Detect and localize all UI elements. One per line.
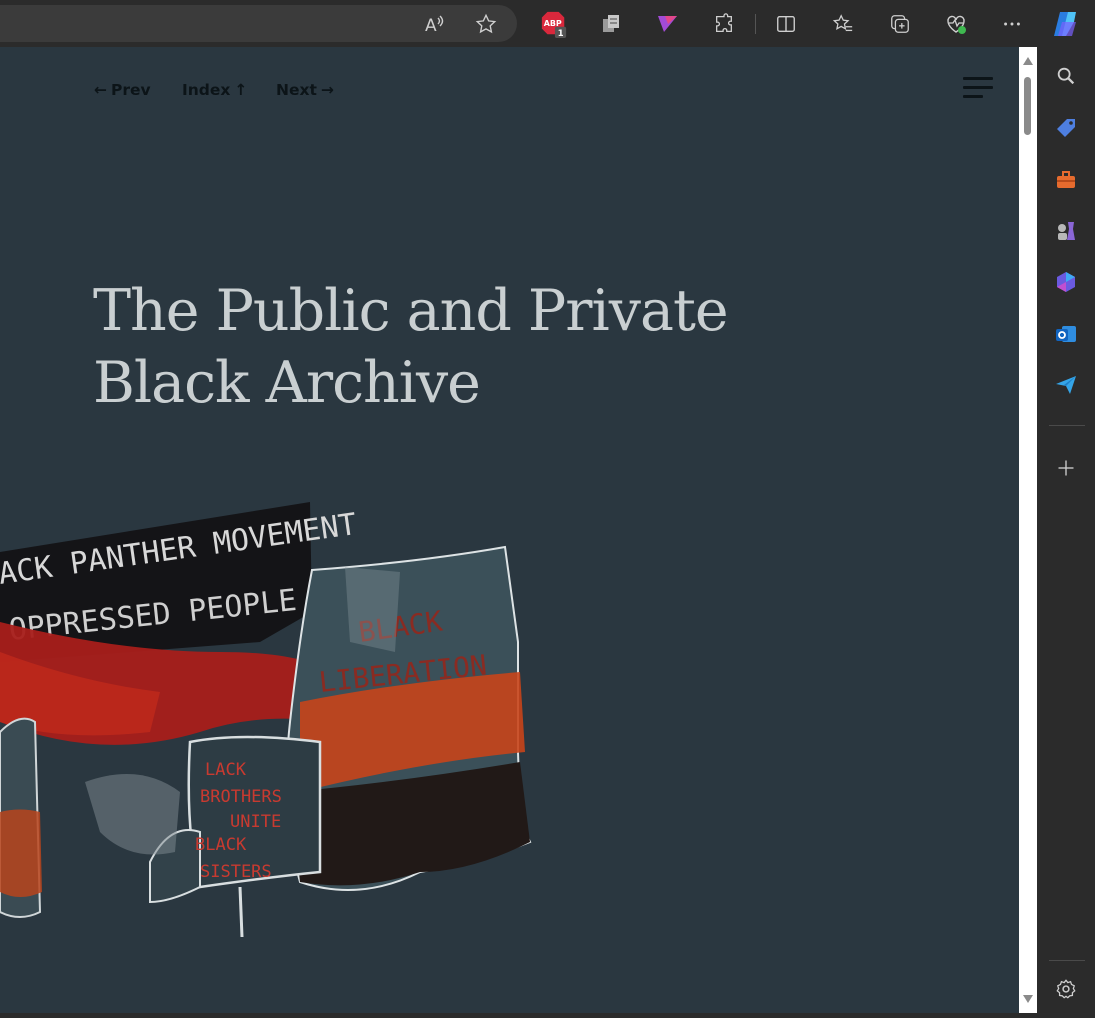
- favorite-star-icon[interactable]: [472, 10, 500, 38]
- sidebar-divider: [1049, 425, 1085, 426]
- arrow-left-icon: ←: [94, 81, 107, 99]
- collections-icon[interactable]: [886, 10, 914, 38]
- adblock-extension-icon[interactable]: ABP 1: [540, 10, 568, 38]
- next-label: Next: [276, 81, 317, 99]
- index-label: Index: [182, 81, 231, 99]
- arrow-right-icon: →: [320, 81, 334, 99]
- tools-icon[interactable]: [1053, 167, 1079, 193]
- page-viewport: ← Prev Index ↑ Next → The Public and Pri…: [0, 47, 1019, 1013]
- arrow-up-icon: ↑: [234, 81, 248, 99]
- favorites-icon[interactable]: [829, 10, 857, 38]
- sign-text-5: SISTERS: [200, 862, 272, 882]
- settings-icon[interactable]: [1053, 976, 1079, 1002]
- sign-text-3: UNITE: [230, 812, 281, 832]
- window-bottom-edge: [0, 1013, 1037, 1018]
- scroll-down-arrow[interactable]: [1023, 995, 1033, 1003]
- more-icon[interactable]: [998, 10, 1026, 38]
- next-link[interactable]: Next →: [276, 81, 334, 99]
- scroll-thumb[interactable]: [1024, 77, 1031, 135]
- games-icon[interactable]: [1053, 218, 1079, 244]
- browser-health-icon[interactable]: [942, 10, 970, 38]
- microsoft-365-icon[interactable]: [1053, 269, 1079, 295]
- sidebar-divider-bottom: [1049, 960, 1085, 961]
- address-bar[interactable]: A: [0, 5, 517, 42]
- prev-link[interactable]: ← Prev: [94, 81, 151, 99]
- title-line-1: The Public and Private: [93, 278, 729, 344]
- extensions-icon[interactable]: [710, 10, 738, 38]
- title-line-2: Black Archive: [93, 350, 481, 416]
- sign-text-1: LACK: [205, 760, 247, 780]
- svg-text:ABP: ABP: [544, 19, 562, 28]
- index-link[interactable]: Index ↑: [182, 81, 247, 99]
- prev-label: Prev: [111, 81, 151, 99]
- svg-text:A: A: [425, 16, 437, 36]
- add-icon[interactable]: [1053, 455, 1079, 481]
- toolbar-divider: [755, 14, 756, 34]
- sign-text-2: BROTHERS: [200, 787, 282, 807]
- hero-protest-image: ACK PANTHER MOVEMENT OPPRESSED PEOPLE BL…: [0, 502, 532, 938]
- shopping-tag-icon[interactable]: [1053, 115, 1079, 141]
- browser-toolbar: A ABP 1: [0, 0, 1095, 47]
- hamburger-menu-icon[interactable]: [963, 77, 993, 101]
- read-aloud-icon[interactable]: A: [420, 10, 448, 38]
- flag-extension-icon[interactable]: [653, 10, 681, 38]
- search-icon[interactable]: [1053, 63, 1079, 89]
- send-icon[interactable]: [1053, 372, 1079, 398]
- page-title: The Public and Private Black Archive: [93, 275, 793, 419]
- outlook-icon[interactable]: [1053, 321, 1079, 347]
- split-screen-icon[interactable]: [772, 10, 800, 38]
- scroll-up-arrow[interactable]: [1023, 57, 1033, 65]
- browser-sidebar: [1037, 47, 1095, 1018]
- svg-text:1: 1: [558, 28, 564, 38]
- collections-extension-icon[interactable]: [597, 10, 625, 38]
- sign-text-4: BLACK: [195, 835, 247, 855]
- copilot-icon[interactable]: [1050, 8, 1082, 40]
- page-scrollbar[interactable]: [1019, 47, 1037, 1013]
